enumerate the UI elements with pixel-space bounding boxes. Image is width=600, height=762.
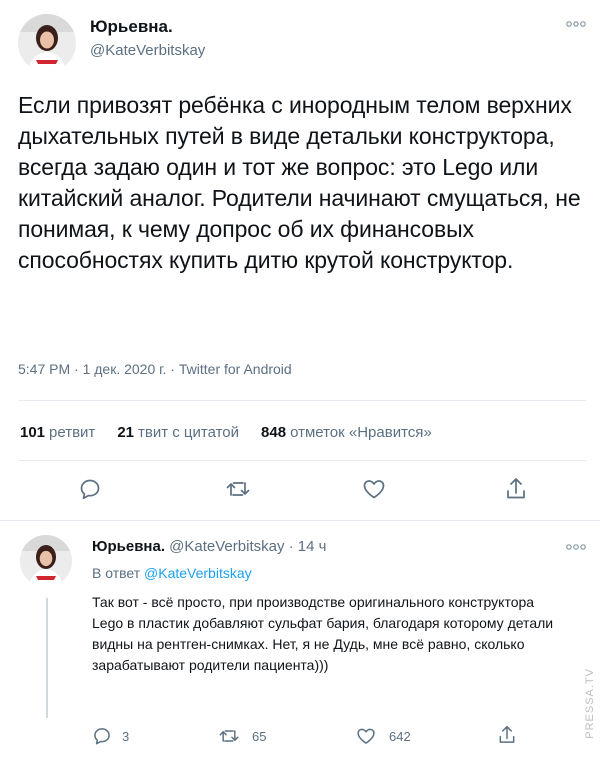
like-button[interactable] (361, 477, 387, 501)
avatar[interactable] (20, 535, 72, 587)
quotes-count: 21 (117, 424, 134, 441)
display-name[interactable]: Юрьевна. (90, 17, 173, 37)
retweets-label: ретвит (49, 424, 96, 441)
like-count: 642 (389, 728, 411, 744)
more-options-icon[interactable] (565, 20, 587, 30)
share-button[interactable] (497, 724, 517, 746)
share-icon (497, 724, 517, 746)
reply-icon (92, 726, 112, 746)
quotes-stat[interactable]: 21 твит с цитатой (117, 424, 239, 441)
divider (18, 460, 586, 461)
likes-stat[interactable]: 848 отметок «Нравится» (261, 424, 432, 441)
mention-link[interactable]: @KateVerbitskay (144, 565, 252, 581)
heart-icon (355, 726, 377, 746)
tweet-stats: 101 ретвит 21 твит с цитатой 848 отметок «Нра… (20, 424, 454, 441)
reply-button[interactable] (78, 477, 102, 501)
retweet-icon (225, 477, 251, 501)
main-tweet: Юрьевна. @KateVerbitskay Если привозят р… (0, 0, 600, 520)
retweets-stat[interactable]: 101 ретвит (20, 424, 95, 441)
reply-text: Так вот - всё просто, при производстве о… (92, 594, 554, 673)
reply-button[interactable]: 3 (92, 726, 129, 746)
divider (18, 400, 586, 401)
retweet-button[interactable] (225, 477, 251, 501)
reply-header: Юрьевна. @KateVerbitskay · 14 ч (92, 538, 326, 555)
tweet-meta[interactable]: 5:47 PM · 1 дек. 2020 г. · Twitter for A… (18, 361, 292, 377)
tweet-text: Если привозят ребёнка с инородным телом … (18, 92, 581, 273)
in-reply-to: В ответ @KateVerbitskay (92, 565, 252, 581)
reply-count: 3 (122, 728, 130, 744)
likes-label: отметок «Нравится» (290, 424, 432, 441)
in-reply-prefix: В ответ (92, 565, 141, 581)
reply-icon (78, 477, 102, 501)
more-options-icon[interactable] (565, 543, 587, 553)
share-button[interactable] (504, 476, 528, 502)
retweet-button[interactable]: 65 (218, 726, 266, 746)
watermark: PRESSA.TV (584, 668, 596, 739)
display-name[interactable]: Юрьевна. (92, 538, 165, 555)
tweet-separator (0, 520, 600, 521)
retweets-count: 101 (20, 424, 46, 441)
retweet-icon (218, 726, 240, 746)
share-icon (504, 476, 528, 502)
user-handle[interactable]: @KateVerbitskay (90, 42, 205, 59)
like-button[interactable]: 642 (355, 726, 411, 746)
avatar[interactable] (18, 14, 76, 72)
handle-time[interactable]: @KateVerbitskay · 14 ч (169, 538, 326, 555)
quotes-label: твит с цитатой (138, 424, 240, 441)
thread-line (46, 598, 48, 718)
retweet-count: 65 (252, 728, 267, 744)
heart-icon (361, 477, 387, 501)
likes-count: 848 (261, 424, 287, 441)
